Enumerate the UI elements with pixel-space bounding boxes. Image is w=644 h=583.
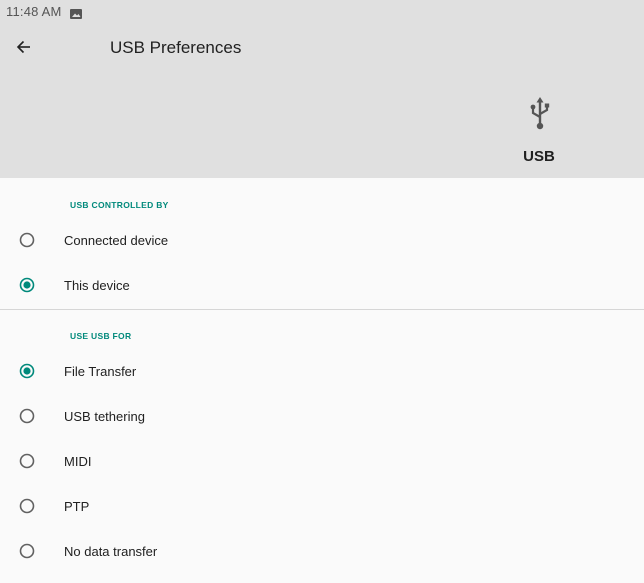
status-bar: 11:48 AM <box>0 0 644 22</box>
option-midi[interactable]: MIDI <box>0 441 644 481</box>
radio-selected-icon[interactable] <box>19 277 35 293</box>
option-no-data-transfer[interactable]: No data transfer <box>0 531 644 571</box>
option-ptp[interactable]: PTP <box>0 486 644 526</box>
section-divider <box>0 309 644 310</box>
option-usb-tethering[interactable]: USB tethering <box>0 396 644 436</box>
option-label: Connected device <box>64 232 169 248</box>
radio-selected-icon[interactable] <box>19 363 35 379</box>
app-bar: USB Preferences USB <box>0 22 644 178</box>
back-button[interactable] <box>8 34 40 64</box>
option-label: USB tethering <box>64 408 145 424</box>
option-label: This device <box>64 277 130 293</box>
usb-icon <box>524 96 556 132</box>
section-header-usb-controlled-by: USB CONTROLLED BY <box>70 200 169 210</box>
status-time: 11:48 AM <box>6 3 62 19</box>
usb-preferences-screen: 11:48 AM USB Preferences USB USB CONTROL… <box>0 0 644 583</box>
option-label: PTP <box>64 498 90 514</box>
radio-unselected-icon[interactable] <box>19 232 35 248</box>
radio-unselected-icon[interactable] <box>19 453 35 469</box>
usb-header-label: USB <box>523 148 555 165</box>
option-label: No data transfer <box>64 543 158 559</box>
option-label: MIDI <box>64 453 92 469</box>
image-icon <box>69 6 82 19</box>
option-label: File Transfer <box>64 363 137 379</box>
radio-unselected-icon[interactable] <box>19 498 35 514</box>
option-file-transfer[interactable]: File Transfer <box>0 351 644 391</box>
option-connected-device[interactable]: Connected device <box>0 220 644 260</box>
radio-unselected-icon[interactable] <box>19 408 35 424</box>
radio-unselected-icon[interactable] <box>19 543 35 559</box>
page-title: USB Preferences <box>110 38 242 57</box>
arrow-back-icon <box>16 39 32 60</box>
option-this-device[interactable]: This device <box>0 265 644 305</box>
section-header-use-usb-for: USE USB FOR <box>70 331 132 341</box>
